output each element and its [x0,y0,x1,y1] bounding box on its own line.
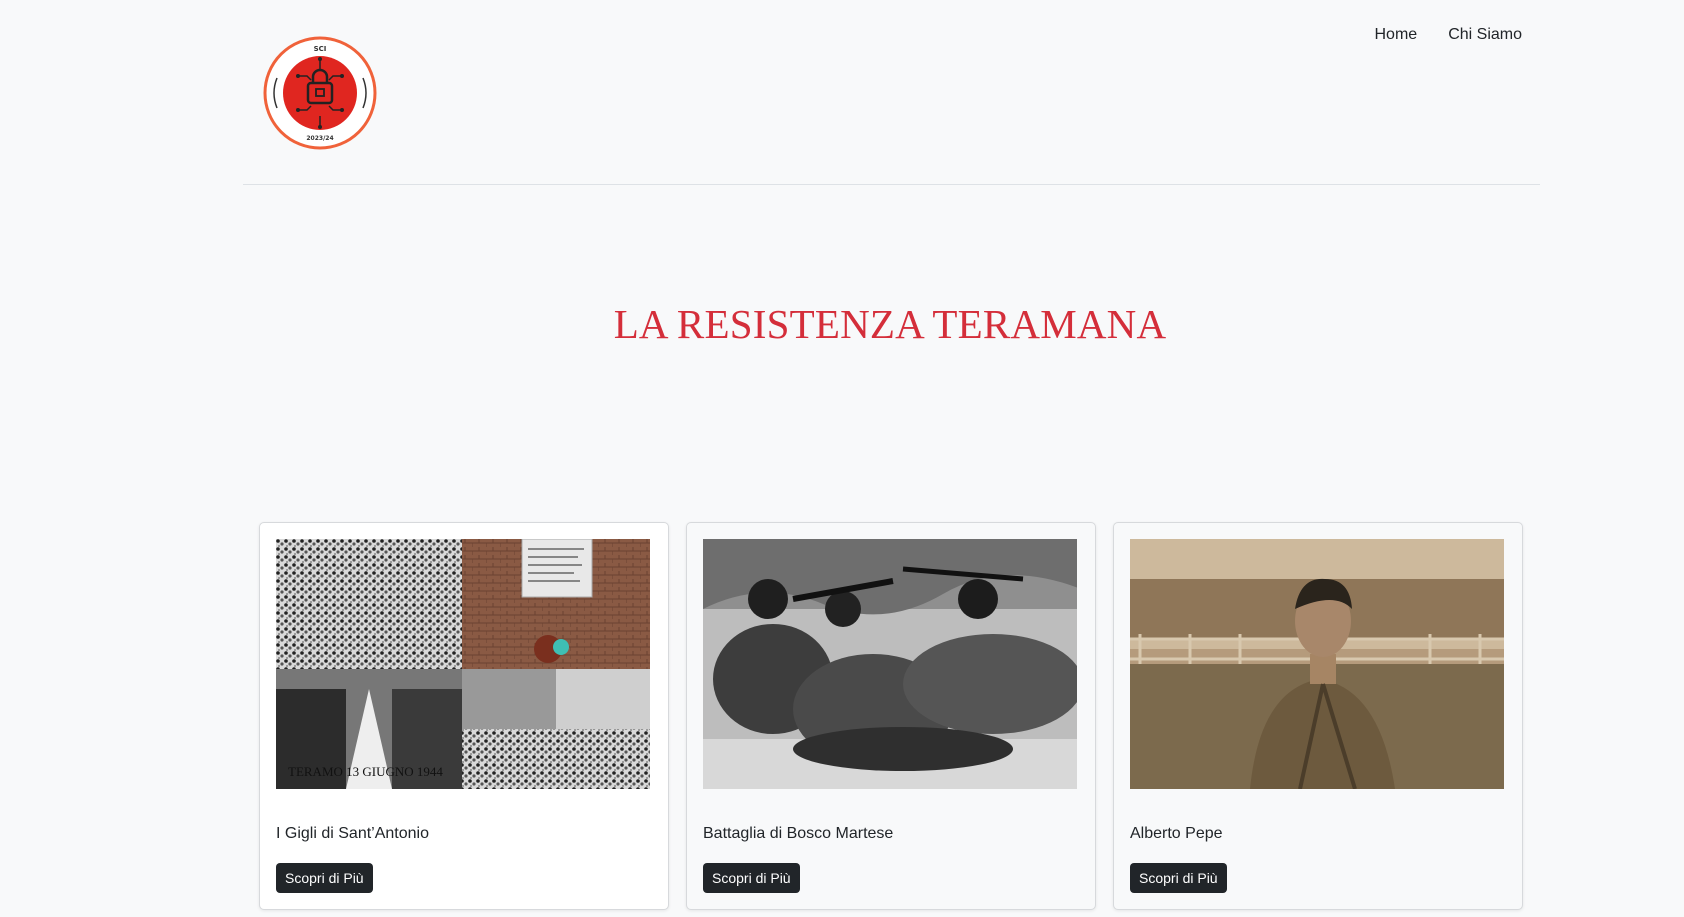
card-alberto-pepe: Alberto Pepe Scopri di Più [1113,522,1523,910]
school-logo[interactable]: SCI 2023/24 [263,36,377,150]
logo-text-top: SCI [314,45,327,53]
page-title: LA RESISTENZA TERAMANA [613,301,1167,347]
card-title: I Gigli di Sant’Antonio [276,825,429,842]
card-image-bosco-martese [703,539,1077,789]
card-image-gigli: TERAMO 13 GIUGNO 1944 [276,539,650,789]
scopri-di-piu-button[interactable]: Scopri di Più [703,863,800,893]
card-title: Battaglia di Bosco Martese [703,825,894,842]
main-nav: Home Chi Siamo [1375,26,1523,44]
site-header: SCI 2023/24 Home Chi Siamo [243,0,1540,185]
card-gigli: TERAMO 13 GIUGNO 1944 I Gigli di Sant’An… [259,522,669,910]
card-list: TERAMO 13 GIUGNO 1944 I Gigli di Sant’An… [259,522,1523,910]
nav-home-link[interactable]: Home [1375,26,1418,44]
scopri-di-piu-button[interactable]: Scopri di Più [1130,863,1227,893]
card-image-alberto-pepe [1130,539,1504,789]
logo-text-bottom: 2023/24 [306,135,333,142]
card-title: Alberto Pepe [1130,825,1223,842]
image-caption: TERAMO 13 GIUGNO 1944 [288,764,443,779]
scopri-di-piu-button[interactable]: Scopri di Più [276,863,373,893]
nav-chi-siamo-link[interactable]: Chi Siamo [1448,26,1522,44]
card-bosco-martese: Battaglia di Bosco Martese Scopri di Più [686,522,1096,910]
